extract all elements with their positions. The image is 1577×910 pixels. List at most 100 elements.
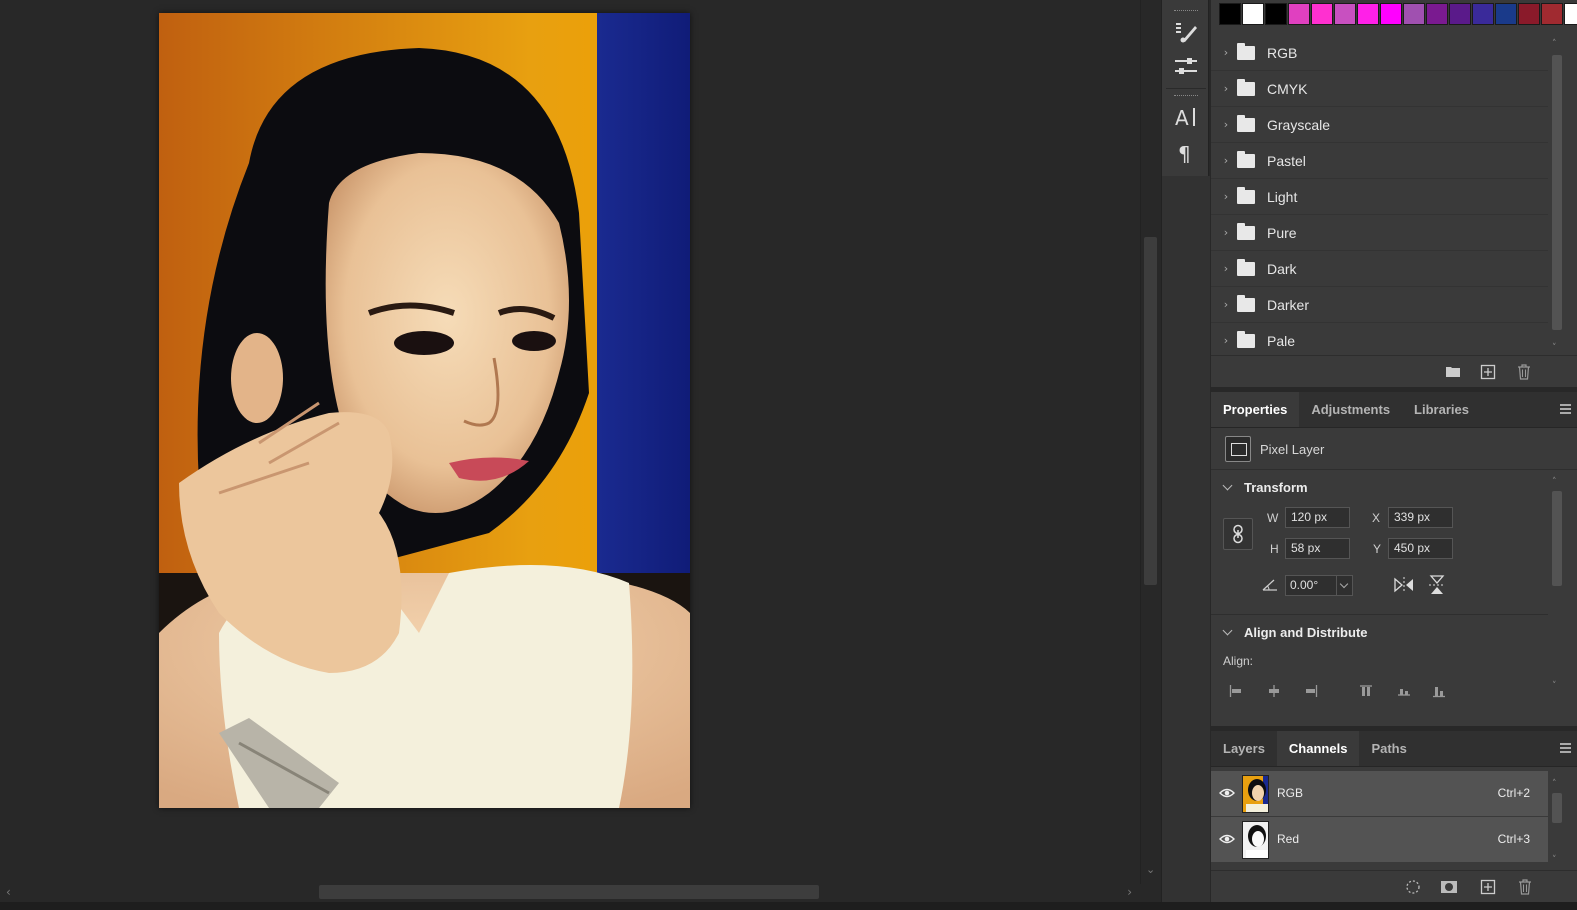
tab-adjustments[interactable]: Adjustments — [1299, 392, 1402, 427]
swatch-folder-pale[interactable]: › Pale — [1211, 323, 1548, 355]
align-top-edges-icon[interactable] — [1359, 684, 1373, 698]
properties-scroll-thumb[interactable] — [1552, 491, 1562, 586]
load-selection-icon[interactable] — [1405, 879, 1421, 895]
color-swatch[interactable] — [1541, 3, 1563, 25]
align-bottom-edges-icon[interactable] — [1432, 684, 1446, 698]
tab-layers[interactable]: Layers — [1211, 731, 1277, 766]
swatch-folder-rgb[interactable]: › RGB — [1211, 35, 1548, 71]
color-swatch[interactable] — [1403, 3, 1425, 25]
save-selection-channel-icon[interactable] — [1440, 879, 1458, 895]
color-swatch[interactable] — [1357, 3, 1379, 25]
channel-row-rgb[interactable]: RGB Ctrl+2 — [1211, 771, 1548, 817]
panel-menu-icon[interactable] — [1560, 743, 1571, 753]
chevron-right-icon[interactable]: › — [1215, 46, 1237, 59]
chevron-right-icon[interactable]: › — [1215, 262, 1237, 275]
swatch-folder-dark[interactable]: › Dark — [1211, 251, 1548, 287]
strip-grip-2[interactable] — [1174, 95, 1198, 97]
scroll-up-icon[interactable]: ˄ — [1552, 477, 1557, 487]
color-swatch[interactable] — [1288, 3, 1310, 25]
channel-row-red[interactable]: Red Ctrl+3 — [1211, 817, 1548, 863]
color-swatch[interactable] — [1380, 3, 1402, 25]
color-swatch[interactable] — [1495, 3, 1517, 25]
panel-menu-icon[interactable] — [1560, 404, 1571, 414]
canvas-horizontal-scrollbar[interactable]: ‹ › — [0, 884, 1140, 902]
channel-thumbnail-rgb — [1242, 775, 1269, 813]
x-position-field[interactable]: 339 px — [1388, 507, 1453, 528]
chevron-right-icon[interactable]: › — [1215, 82, 1237, 95]
swatch-folder-pure[interactable]: › Pure — [1211, 215, 1548, 251]
brush-settings-icon[interactable] — [1172, 18, 1200, 46]
color-swatch[interactable] — [1311, 3, 1333, 25]
scroll-down-icon[interactable]: ˅ — [1552, 855, 1557, 865]
channels-scrollbar[interactable]: ˄ ˅ — [1550, 775, 1564, 867]
swatch-folder-grayscale[interactable]: › Grayscale — [1211, 107, 1548, 143]
tab-properties[interactable]: Properties — [1211, 392, 1300, 427]
horizontal-scroll-thumb[interactable] — [319, 885, 819, 899]
angle-field[interactable]: 0.00° — [1285, 575, 1353, 596]
new-swatch-icon[interactable] — [1479, 364, 1497, 382]
scroll-right-icon[interactable]: › — [1127, 885, 1132, 899]
channels-scroll-thumb[interactable] — [1552, 793, 1562, 823]
y-position-field[interactable]: 450 px — [1388, 538, 1453, 559]
color-swatch[interactable] — [1564, 3, 1577, 25]
new-group-folder-icon[interactable] — [1444, 364, 1462, 382]
scroll-down-icon[interactable]: ˅ — [1552, 343, 1557, 353]
paragraph-icon[interactable]: ¶ — [1172, 139, 1200, 167]
color-swatch[interactable] — [1219, 3, 1241, 25]
scroll-up-icon[interactable]: ˄ — [1552, 779, 1557, 789]
chevron-right-icon[interactable]: › — [1215, 190, 1237, 203]
color-swatch[interactable] — [1472, 3, 1494, 25]
visibility-eye-icon[interactable] — [1219, 787, 1235, 799]
tab-paths[interactable]: Paths — [1359, 731, 1418, 766]
color-swatch[interactable] — [1426, 3, 1448, 25]
align-right-edges-icon[interactable] — [1304, 684, 1318, 698]
swatch-list-scrollbar[interactable]: ˄ ˅ — [1550, 35, 1564, 355]
color-swatch[interactable] — [1518, 3, 1540, 25]
flip-vertical-icon[interactable] — [1428, 574, 1446, 596]
color-swatch[interactable] — [1449, 3, 1471, 25]
scroll-up-icon[interactable]: ˄ — [1552, 39, 1557, 49]
color-swatch[interactable] — [1265, 3, 1287, 25]
align-left-edges-icon[interactable] — [1229, 684, 1243, 698]
color-swatch[interactable] — [1334, 3, 1356, 25]
new-channel-icon[interactable] — [1480, 879, 1496, 895]
swatch-folder-darker[interactable]: › Darker — [1211, 287, 1548, 323]
height-field[interactable]: 58 px — [1285, 538, 1350, 559]
folder-icon — [1237, 150, 1255, 168]
angle-dropdown-icon[interactable] — [1336, 576, 1352, 595]
trash-icon[interactable] — [1515, 364, 1533, 382]
flip-horizontal-icon[interactable] — [1393, 576, 1415, 594]
link-dimensions-button[interactable] — [1223, 518, 1253, 550]
scroll-down-icon[interactable]: ⌄ — [1146, 863, 1155, 876]
chevron-right-icon[interactable]: › — [1215, 298, 1237, 311]
align-horizontal-centers-icon[interactable] — [1267, 684, 1281, 698]
swatch-folder-cmyk[interactable]: › CMYK — [1211, 71, 1548, 107]
align-vertical-centers-icon[interactable] — [1397, 684, 1411, 698]
width-field[interactable]: 120 px — [1285, 507, 1350, 528]
scroll-down-icon[interactable]: ˅ — [1552, 681, 1557, 691]
document-image[interactable] — [159, 13, 690, 808]
vertical-scroll-thumb[interactable] — [1144, 237, 1157, 585]
tab-channels[interactable]: Channels — [1276, 731, 1360, 766]
adjustment-sliders-icon[interactable] — [1172, 53, 1200, 81]
character-icon[interactable]: A — [1172, 103, 1200, 131]
chevron-right-icon[interactable]: › — [1215, 118, 1237, 131]
chevron-right-icon[interactable]: › — [1215, 334, 1237, 347]
swatch-scroll-thumb[interactable] — [1552, 55, 1562, 330]
visibility-eye-icon[interactable] — [1219, 833, 1235, 845]
tab-libraries[interactable]: Libraries — [1402, 392, 1481, 427]
swatch-folder-light[interactable]: › Light — [1211, 179, 1548, 215]
color-swatch[interactable] — [1242, 3, 1264, 25]
chevron-right-icon[interactable]: › — [1215, 226, 1237, 239]
properties-scrollbar[interactable]: ˄ ˅ — [1550, 473, 1564, 693]
align-section-header[interactable]: Align and Distribute — [1211, 622, 1368, 642]
transform-section-header[interactable]: Transform — [1211, 477, 1308, 497]
strip-grip[interactable] — [1174, 10, 1198, 12]
chevron-right-icon[interactable]: › — [1215, 154, 1237, 167]
swatch-folder-pastel[interactable]: › Pastel — [1211, 143, 1548, 179]
panel-icon-strip: A ¶ — [1161, 0, 1210, 902]
delete-channel-icon[interactable] — [1518, 879, 1532, 895]
canvas-area[interactable] — [0, 0, 1140, 884]
canvas-vertical-scrollbar[interactable]: ⌄ — [1140, 0, 1160, 884]
scroll-left-icon[interactable]: ‹ — [6, 885, 11, 899]
